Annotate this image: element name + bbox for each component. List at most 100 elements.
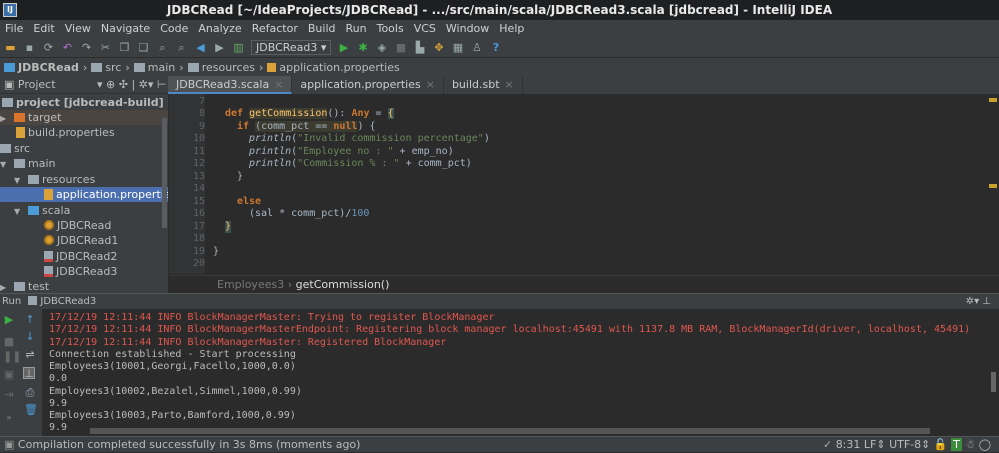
tree-item-scala[interactable]: ▼ scala [0, 203, 168, 218]
more-icon[interactable]: » [3, 412, 15, 424]
tab-build-sbt[interactable]: build.sbt × [444, 76, 523, 94]
tree-item-main[interactable]: ▼ main [0, 156, 168, 171]
crumb-getcommission[interactable]: getCommission() [296, 278, 390, 291]
down-arrow-icon[interactable]: ↓ [24, 331, 36, 343]
project-panel-header: ▣ Project ▾ ⊕ ✣ | ✲▾ ⊢ [0, 76, 168, 94]
menu-code[interactable]: Code [155, 20, 193, 37]
scala-object-icon [44, 220, 54, 230]
stop-icon[interactable]: ■ [394, 41, 407, 54]
nav-src[interactable]: src [91, 61, 121, 74]
project-structure-icon[interactable]: ✥ [432, 41, 445, 54]
tab-jdbcread3-scala[interactable]: JDBCRead3.scala × [168, 76, 293, 94]
help-icon[interactable]: ? [489, 41, 502, 54]
settings-icon[interactable]: ✲▾ ⊥ [966, 294, 991, 310]
scala-worksheet-icon[interactable]: T [951, 438, 962, 451]
status-message[interactable]: Compilation completed successfully in 3s… [18, 438, 361, 451]
error-stripe-marker[interactable] [989, 98, 997, 102]
crumb-employees3[interactable]: Employees3 [217, 278, 284, 291]
copy-icon[interactable]: ❐ [118, 41, 131, 54]
code-line-8: def getCommission(): Any = { [225, 108, 394, 119]
inspection-ok-icon[interactable]: ✓ [823, 438, 832, 451]
replace-icon[interactable]: ⌕ [175, 41, 188, 54]
find-icon[interactable]: ⌕ [156, 41, 169, 54]
sync-icon[interactable]: ⟳ [42, 41, 55, 54]
tree-item-project[interactable]: project [jdbcread-build] source [0, 95, 168, 110]
close-tab-icon[interactable]: × [426, 78, 435, 91]
exit-icon[interactable]: ⇥ [3, 389, 15, 401]
back-icon[interactable]: ◀ [194, 41, 207, 54]
profile-icon[interactable]: ♙ [470, 41, 483, 54]
redo-icon[interactable]: ↷ [80, 41, 93, 54]
hector-icon[interactable]: ☃ [965, 438, 975, 451]
nav-resources[interactable]: resources [187, 61, 255, 74]
scroll-to-end-icon[interactable]: ⊥ [23, 367, 35, 380]
close-tab-icon[interactable]: × [505, 78, 514, 91]
clear-icon[interactable]: 🗑 [24, 404, 38, 416]
tree-item-test[interactable]: ▶ test [0, 279, 168, 293]
menu-build[interactable]: Build [303, 20, 341, 37]
nav-application-properties[interactable]: application.properties [267, 61, 400, 74]
menu-vcs[interactable]: VCS [409, 20, 441, 37]
sdk-icon[interactable]: ▦ [451, 41, 464, 54]
project-view-selector[interactable]: ▣ Project ▾ ⊕ ✣ | ✲▾ ⊢ [4, 78, 167, 91]
event-log-icon[interactable]: ◯ [979, 438, 991, 451]
close-tab-icon[interactable]: × [274, 78, 283, 91]
tree-item-src[interactable]: src [0, 141, 168, 156]
forward-icon[interactable]: ▶ [213, 41, 226, 54]
line-separator[interactable]: LF⇕ [864, 438, 886, 451]
menu-window[interactable]: Window [441, 20, 494, 37]
menu-tools[interactable]: Tools [372, 20, 409, 37]
menu-analyze[interactable]: Analyze [193, 20, 246, 37]
up-arrow-icon[interactable]: ↑ [24, 314, 36, 326]
tree-item-build-properties[interactable]: build.properties [0, 125, 168, 140]
rerun-icon[interactable]: ▶ [3, 314, 15, 326]
code-editor[interactable]: 7 8 9 10 11 12 13 14 15 16 17 18 19 20 d… [169, 94, 999, 293]
paste-icon[interactable]: ❏ [137, 41, 150, 54]
tool-window-toggle-icon[interactable]: ▣ [4, 438, 14, 451]
cut-icon[interactable]: ✂ [99, 41, 112, 54]
tree-item-application-properties[interactable]: application.properties [0, 187, 168, 202]
menu-run[interactable]: Run [341, 20, 372, 37]
dump-threads-icon[interactable]: ▣ [3, 369, 15, 381]
attach-icon[interactable]: ▙ [413, 41, 426, 54]
console-output[interactable]: 17/12/19 12:11:44 INFO BlockManagerMaste… [42, 309, 999, 436]
tree-item-jdbcread2[interactable]: JDBCRead2 [0, 249, 168, 264]
soft-wrap-icon[interactable]: ⇌ [24, 349, 36, 361]
tab-application-properties[interactable]: application.properties × [292, 76, 444, 94]
coverage-icon[interactable]: ◈ [375, 41, 388, 54]
lock-icon[interactable]: 🔓 [934, 438, 948, 451]
console-line: 17/12/19 12:11:44 INFO BlockManagerMaste… [49, 312, 495, 323]
menu-navigate[interactable]: Navigate [96, 20, 155, 37]
save-icon[interactable]: ▪ [23, 41, 36, 54]
menu-view[interactable]: View [60, 20, 96, 37]
open-folder-icon[interactable]: ▬ [4, 41, 17, 54]
tree-item-jdbcread[interactable]: JDBCRead [0, 218, 168, 233]
horizontal-scrollbar[interactable] [90, 428, 930, 434]
build-icon[interactable]: ▥ [232, 41, 245, 54]
tree-item-resources[interactable]: ▼ resources [0, 172, 168, 187]
pause-icon[interactable]: ❚❚ [3, 351, 21, 363]
tree-item-target[interactable]: ▶ target [0, 110, 168, 125]
vertical-scrollbar[interactable] [991, 372, 996, 392]
run-icon[interactable]: ▶ [337, 41, 350, 54]
undo-icon[interactable]: ↶ [61, 41, 74, 54]
menu-help[interactable]: Help [494, 20, 529, 37]
stop-icon[interactable]: ■ [3, 336, 15, 348]
caret-position[interactable]: 8:31 [836, 438, 861, 451]
tree-item-jdbcread1[interactable]: JDBCRead1 [0, 233, 168, 248]
tree-scrollbar[interactable] [162, 118, 167, 228]
run-tab-jdbcread3[interactable]: JDBCRead3 [24, 296, 96, 307]
project-tree: project [jdbcread-build] source ▶target … [0, 94, 168, 293]
file-encoding[interactable]: UTF-8⇕ [889, 438, 930, 451]
debug-icon[interactable]: ✱ [356, 41, 369, 54]
run-config-dropdown[interactable]: JDBCRead3 ▾ [251, 39, 332, 55]
menu-refactor[interactable]: Refactor [247, 20, 303, 37]
menu-edit[interactable]: Edit [28, 20, 59, 37]
tree-item-jdbcread3[interactable]: JDBCRead3 [0, 264, 168, 279]
error-stripe-marker[interactable] [989, 184, 997, 188]
menu-file[interactable]: File [0, 20, 28, 37]
nav-main[interactable]: main [133, 61, 175, 74]
console-line: 9.9 [49, 422, 68, 433]
print-icon[interactable]: ⎙ [24, 387, 36, 399]
nav-jdbcread[interactable]: JDBCRead [4, 61, 79, 74]
